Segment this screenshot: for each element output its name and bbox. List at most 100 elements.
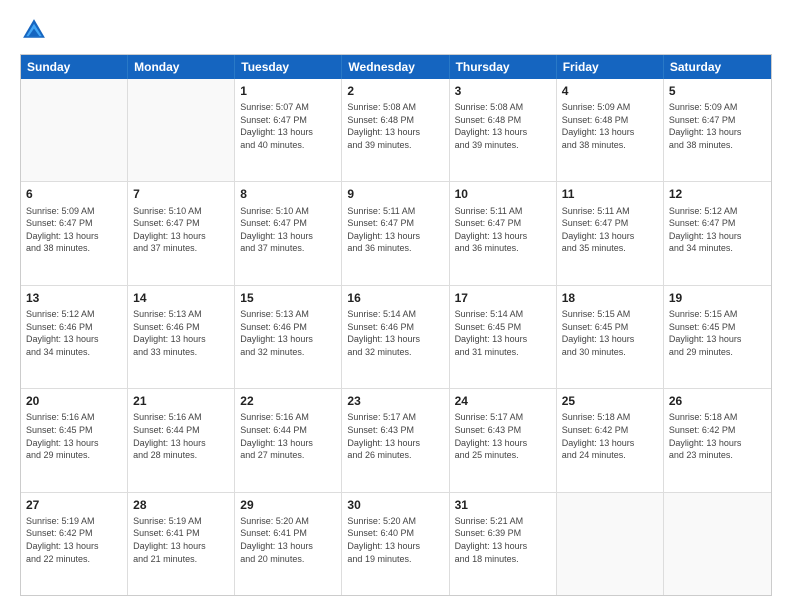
day-info: Sunrise: 5:08 AM Sunset: 6:48 PM Dayligh… xyxy=(347,101,443,151)
calendar-row: 13 Sunrise: 5:12 AM Sunset: 6:46 PM Dayli… xyxy=(21,285,771,388)
day-info: Sunrise: 5:19 AM Sunset: 6:42 PM Dayligh… xyxy=(26,515,122,565)
day-number: 31 xyxy=(455,497,551,513)
day-info: Sunrise: 5:17 AM Sunset: 6:43 PM Dayligh… xyxy=(347,411,443,461)
calendar-cell xyxy=(557,493,664,595)
calendar-cell: 9 Sunrise: 5:11 AM Sunset: 6:47 PM Daylig… xyxy=(342,182,449,284)
day-number: 11 xyxy=(562,186,658,202)
day-number: 7 xyxy=(133,186,229,202)
calendar-cell: 12 Sunrise: 5:12 AM Sunset: 6:47 PM Dayli… xyxy=(664,182,771,284)
calendar-cell: 29Sunrise: 5:20 AM Sunset: 6:41 PM Dayli… xyxy=(235,493,342,595)
day-number: 6 xyxy=(26,186,122,202)
day-number: 23 xyxy=(347,393,443,409)
day-number: 4 xyxy=(562,83,658,99)
calendar-header-cell: Thursday xyxy=(450,55,557,79)
day-number: 27 xyxy=(26,497,122,513)
day-info: Sunrise: 5:13 AM Sunset: 6:46 PM Dayligh… xyxy=(133,308,229,358)
logo xyxy=(20,16,52,44)
day-info: Sunrise: 5:10 AM Sunset: 6:47 PM Dayligh… xyxy=(240,205,336,255)
day-info: Sunrise: 5:14 AM Sunset: 6:46 PM Dayligh… xyxy=(347,308,443,358)
calendar-cell: 15 Sunrise: 5:13 AM Sunset: 6:46 PM Dayli… xyxy=(235,286,342,388)
day-number: 10 xyxy=(455,186,551,202)
day-info: Sunrise: 5:09 AM Sunset: 6:48 PM Dayligh… xyxy=(562,101,658,151)
day-number: 29 xyxy=(240,497,336,513)
day-number: 18 xyxy=(562,290,658,306)
calendar-row: 20 Sunrise: 5:16 AM Sunset: 6:45 PM Dayli… xyxy=(21,388,771,491)
day-info: Sunrise: 5:15 AM Sunset: 6:45 PM Dayligh… xyxy=(669,308,766,358)
day-number: 15 xyxy=(240,290,336,306)
day-info: Sunrise: 5:10 AM Sunset: 6:47 PM Dayligh… xyxy=(133,205,229,255)
day-number: 19 xyxy=(669,290,766,306)
calendar-header-cell: Saturday xyxy=(664,55,771,79)
calendar-header-row: SundayMondayTuesdayWednesdayThursdayFrid… xyxy=(21,55,771,79)
calendar-row: 1 Sunrise: 5:07 AM Sunset: 6:47 PM Daylig… xyxy=(21,79,771,181)
calendar-cell: 26Sunrise: 5:18 AM Sunset: 6:42 PM Dayli… xyxy=(664,389,771,491)
day-number: 24 xyxy=(455,393,551,409)
day-number: 1 xyxy=(240,83,336,99)
calendar-cell: 25 Sunrise: 5:18 AM Sunset: 6:42 PM Dayli… xyxy=(557,389,664,491)
day-info: Sunrise: 5:08 AM Sunset: 6:48 PM Dayligh… xyxy=(455,101,551,151)
day-info: Sunrise: 5:09 AM Sunset: 6:47 PM Dayligh… xyxy=(669,101,766,151)
calendar-cell: 17Sunrise: 5:14 AM Sunset: 6:45 PM Dayli… xyxy=(450,286,557,388)
calendar-cell: 20 Sunrise: 5:16 AM Sunset: 6:45 PM Dayli… xyxy=(21,389,128,491)
day-info: Sunrise: 5:11 AM Sunset: 6:47 PM Dayligh… xyxy=(562,205,658,255)
calendar-header-cell: Wednesday xyxy=(342,55,449,79)
calendar-cell: 4 Sunrise: 5:09 AM Sunset: 6:48 PM Daylig… xyxy=(557,79,664,181)
day-number: 9 xyxy=(347,186,443,202)
calendar-cell: 6 Sunrise: 5:09 AM Sunset: 6:47 PM Daylig… xyxy=(21,182,128,284)
day-number: 2 xyxy=(347,83,443,99)
calendar-cell: 21 Sunrise: 5:16 AM Sunset: 6:44 PM Dayli… xyxy=(128,389,235,491)
day-info: Sunrise: 5:16 AM Sunset: 6:45 PM Dayligh… xyxy=(26,411,122,461)
calendar-cell: 18Sunrise: 5:15 AM Sunset: 6:45 PM Dayli… xyxy=(557,286,664,388)
day-number: 13 xyxy=(26,290,122,306)
day-info: Sunrise: 5:07 AM Sunset: 6:47 PM Dayligh… xyxy=(240,101,336,151)
calendar-cell: 27 Sunrise: 5:19 AM Sunset: 6:42 PM Dayli… xyxy=(21,493,128,595)
day-info: Sunrise: 5:12 AM Sunset: 6:46 PM Dayligh… xyxy=(26,308,122,358)
day-info: Sunrise: 5:09 AM Sunset: 6:47 PM Dayligh… xyxy=(26,205,122,255)
calendar-cell: 1 Sunrise: 5:07 AM Sunset: 6:47 PM Daylig… xyxy=(235,79,342,181)
day-number: 20 xyxy=(26,393,122,409)
day-info: Sunrise: 5:11 AM Sunset: 6:47 PM Dayligh… xyxy=(455,205,551,255)
day-info: Sunrise: 5:16 AM Sunset: 6:44 PM Dayligh… xyxy=(133,411,229,461)
day-info: Sunrise: 5:11 AM Sunset: 6:47 PM Dayligh… xyxy=(347,205,443,255)
day-number: 17 xyxy=(455,290,551,306)
calendar-cell: 13 Sunrise: 5:12 AM Sunset: 6:46 PM Dayli… xyxy=(21,286,128,388)
calendar-cell: 5 Sunrise: 5:09 AM Sunset: 6:47 PM Daylig… xyxy=(664,79,771,181)
day-info: Sunrise: 5:17 AM Sunset: 6:43 PM Dayligh… xyxy=(455,411,551,461)
day-info: Sunrise: 5:18 AM Sunset: 6:42 PM Dayligh… xyxy=(562,411,658,461)
calendar-cell xyxy=(664,493,771,595)
day-info: Sunrise: 5:19 AM Sunset: 6:41 PM Dayligh… xyxy=(133,515,229,565)
calendar-cell: 22Sunrise: 5:16 AM Sunset: 6:44 PM Dayli… xyxy=(235,389,342,491)
day-number: 25 xyxy=(562,393,658,409)
calendar-cell: 2 Sunrise: 5:08 AM Sunset: 6:48 PM Daylig… xyxy=(342,79,449,181)
day-number: 3 xyxy=(455,83,551,99)
calendar-cell: 28 Sunrise: 5:19 AM Sunset: 6:41 PM Dayli… xyxy=(128,493,235,595)
day-info: Sunrise: 5:21 AM Sunset: 6:39 PM Dayligh… xyxy=(455,515,551,565)
calendar-cell: 31 Sunrise: 5:21 AM Sunset: 6:39 PM Dayli… xyxy=(450,493,557,595)
day-info: Sunrise: 5:13 AM Sunset: 6:46 PM Dayligh… xyxy=(240,308,336,358)
day-number: 30 xyxy=(347,497,443,513)
day-number: 26 xyxy=(669,393,766,409)
calendar-cell: 24 Sunrise: 5:17 AM Sunset: 6:43 PM Dayli… xyxy=(450,389,557,491)
calendar-cell: 30Sunrise: 5:20 AM Sunset: 6:40 PM Dayli… xyxy=(342,493,449,595)
calendar-header-cell: Sunday xyxy=(21,55,128,79)
calendar-cell xyxy=(128,79,235,181)
day-number: 14 xyxy=(133,290,229,306)
day-number: 16 xyxy=(347,290,443,306)
day-number: 12 xyxy=(669,186,766,202)
calendar-grid: SundayMondayTuesdayWednesdayThursdayFrid… xyxy=(20,54,772,596)
day-info: Sunrise: 5:12 AM Sunset: 6:47 PM Dayligh… xyxy=(669,205,766,255)
calendar-cell: 16 Sunrise: 5:14 AM Sunset: 6:46 PM Dayli… xyxy=(342,286,449,388)
calendar-header-cell: Monday xyxy=(128,55,235,79)
calendar-cell: 3 Sunrise: 5:08 AM Sunset: 6:48 PM Daylig… xyxy=(450,79,557,181)
calendar-cell: 10 Sunrise: 5:11 AM Sunset: 6:47 PM Dayli… xyxy=(450,182,557,284)
day-number: 5 xyxy=(669,83,766,99)
day-number: 28 xyxy=(133,497,229,513)
calendar-cell: 11 Sunrise: 5:11 AM Sunset: 6:47 PM Dayli… xyxy=(557,182,664,284)
calendar-cell: 23 Sunrise: 5:17 AM Sunset: 6:43 PM Dayli… xyxy=(342,389,449,491)
day-number: 8 xyxy=(240,186,336,202)
calendar-cell: 7 Sunrise: 5:10 AM Sunset: 6:47 PM Daylig… xyxy=(128,182,235,284)
calendar-header-cell: Tuesday xyxy=(235,55,342,79)
page-header xyxy=(20,16,772,44)
day-number: 21 xyxy=(133,393,229,409)
calendar-cell: 8 Sunrise: 5:10 AM Sunset: 6:47 PM Daylig… xyxy=(235,182,342,284)
